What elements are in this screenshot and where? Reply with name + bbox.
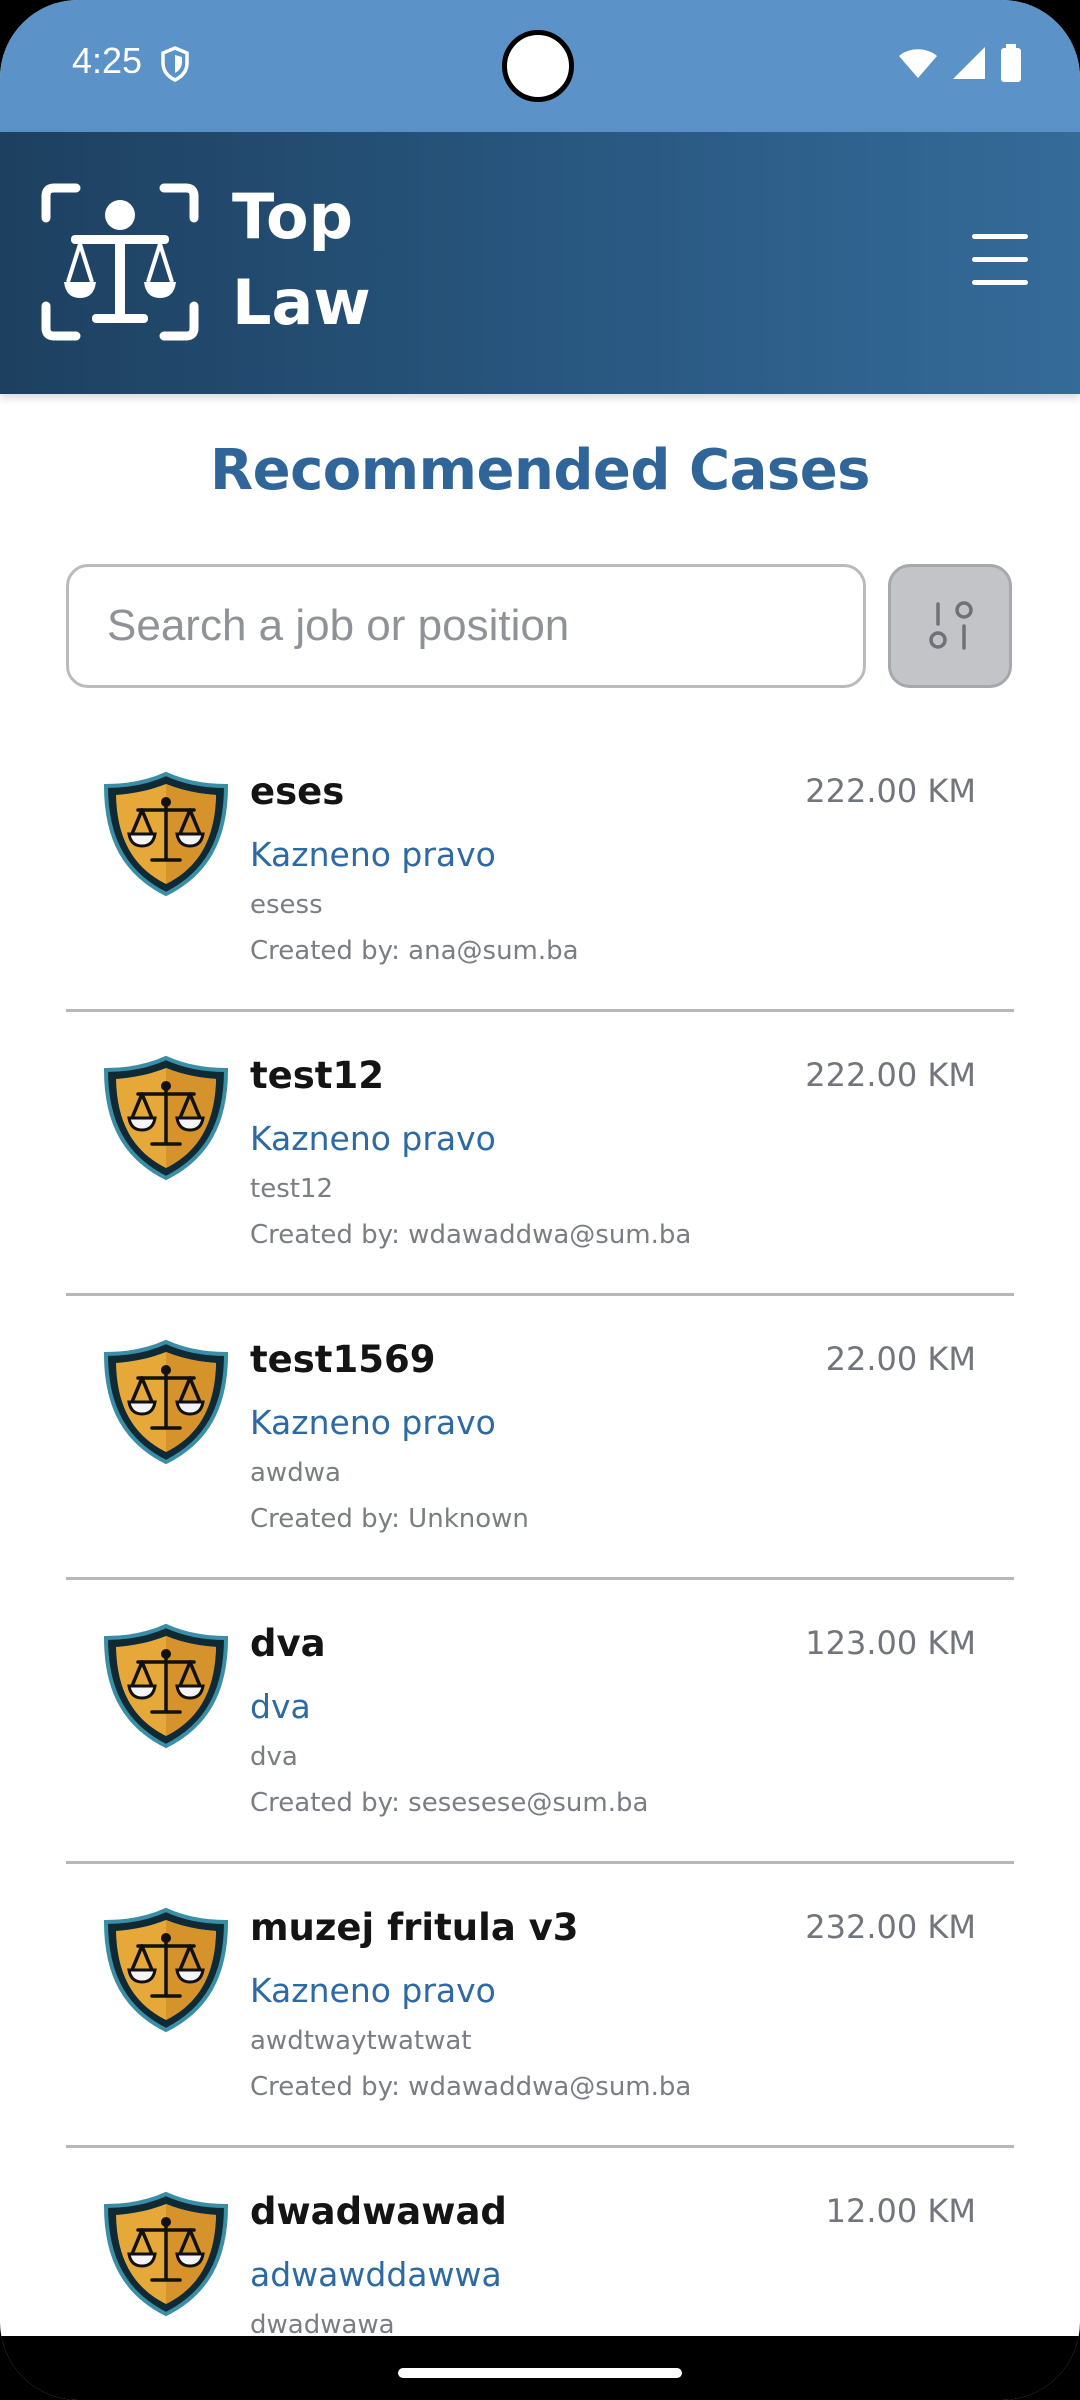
brand-line-1: Top [232, 180, 354, 253]
filter-icon [929, 601, 973, 650]
case-category: Kazneno pravo [250, 1403, 496, 1442]
case-price: 22.00 KM [825, 1340, 976, 1378]
case-creator: Created by: wdawaddwa@sum.ba [250, 1220, 692, 1250]
case-creator: Created by: sesesese@sum.ba [250, 1788, 649, 1818]
shield-icon [161, 46, 189, 82]
case-category: adwawddawwa [250, 2255, 502, 2294]
case-category: Kazneno pravo [250, 1971, 496, 2010]
menu-icon-bar [972, 234, 1028, 239]
battery-icon [1001, 44, 1021, 82]
signal-icon [953, 47, 985, 79]
case-title: eses [250, 770, 345, 813]
case-list: eses 222.00 KM Kazneno pravo esess Creat… [66, 728, 1014, 2400]
page-title: Recommended Cases [210, 438, 871, 503]
menu-button[interactable] [972, 234, 1028, 286]
justice-shield-icon [103, 1055, 229, 1181]
justice-shield-icon [103, 2191, 229, 2317]
law-logo-icon [41, 183, 199, 341]
case-price: 12.00 KM [825, 2192, 976, 2230]
case-description: dva [250, 1742, 298, 1772]
status-bar: 4:25 [0, 0, 1080, 132]
case-description: test12 [250, 1174, 334, 1204]
case-title: test1569 [250, 1338, 436, 1381]
case-list-item[interactable]: dva 123.00 KM dva dva Created by: sesese… [66, 1580, 1014, 1864]
case-list-item[interactable]: test12 222.00 KM Kazneno pravo test12 Cr… [66, 1012, 1014, 1296]
search-input[interactable] [69, 567, 863, 685]
case-price: 222.00 KM [805, 772, 976, 810]
case-description: awdtwaytwatwat [250, 2026, 472, 2056]
case-description: esess [250, 890, 323, 920]
menu-icon-bar [972, 257, 1028, 262]
case-title: dva [250, 1622, 326, 1665]
front-camera [502, 30, 574, 102]
case-price: 232.00 KM [805, 1908, 976, 1946]
system-nav-bar [0, 2336, 1080, 2400]
phone-screen: 4:25 Top Law Recommended Cases Search a … [0, 0, 1080, 2400]
justice-shield-icon [103, 1339, 229, 1465]
filter-button[interactable] [888, 564, 1012, 688]
home-gesture-handle[interactable] [398, 2368, 682, 2378]
case-title: dwadwawad [250, 2190, 507, 2233]
case-description: awdwa [250, 1458, 341, 1488]
case-title: muzej fritula v3 [250, 1906, 579, 1949]
case-title: test12 [250, 1054, 384, 1097]
case-price: 123.00 KM [805, 1624, 976, 1662]
wifi-icon [899, 49, 937, 78]
status-icons [898, 44, 1022, 82]
case-list-item[interactable]: muzej fritula v3 232.00 KM Kazneno pravo… [66, 1864, 1014, 2148]
case-creator: Created by: wdawaddwa@sum.ba [250, 2072, 692, 2102]
brand-name: Top Law [232, 174, 371, 346]
case-category: Kazneno pravo [250, 835, 496, 874]
case-creator: Created by: Unknown [250, 1504, 529, 1534]
case-category: dva [250, 1687, 311, 1726]
case-list-item[interactable]: test1569 22.00 KM Kazneno pravo awdwa Cr… [66, 1296, 1014, 1580]
menu-icon-bar [972, 280, 1028, 285]
search-box[interactable] [66, 564, 866, 688]
case-category: Kazneno pravo [250, 1119, 496, 1158]
justice-shield-icon [103, 1623, 229, 1749]
case-creator: Created by: ana@sum.ba [250, 936, 579, 966]
justice-shield-icon [103, 1907, 229, 2033]
case-list-item[interactable]: eses 222.00 KM Kazneno pravo esess Creat… [66, 728, 1014, 1012]
brand-line-2: Law [232, 266, 371, 339]
status-time: 4:25 [72, 40, 143, 81]
app-header: Top Law [0, 132, 1080, 394]
case-price: 222.00 KM [805, 1056, 976, 1094]
justice-shield-icon [103, 771, 229, 897]
